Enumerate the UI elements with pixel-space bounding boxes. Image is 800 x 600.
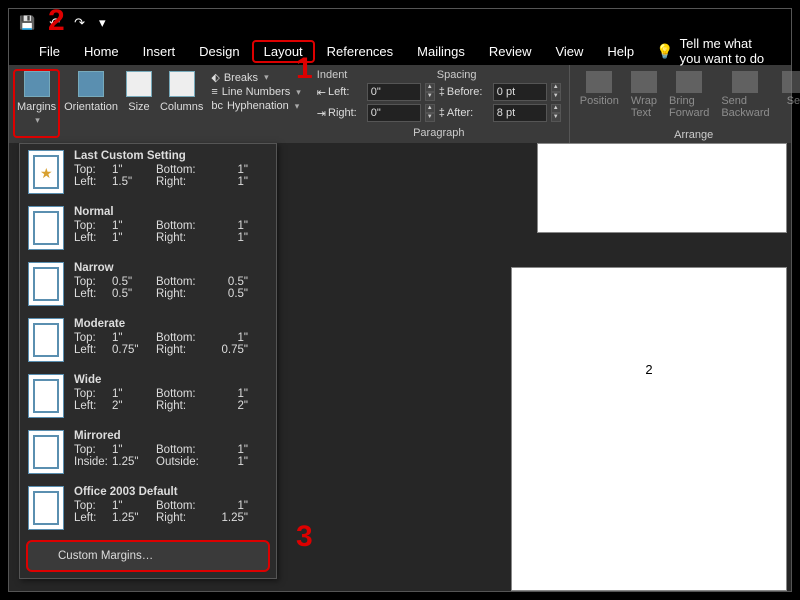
tab-references[interactable]: References — [315, 40, 405, 63]
save-icon[interactable]: 💾 — [19, 15, 35, 31]
position-button[interactable]: Position — [574, 69, 625, 109]
selection-pane-button[interactable]: Sel — [776, 69, 800, 109]
position-icon — [586, 71, 612, 93]
margin-thumb-icon — [28, 150, 64, 194]
spacing-header: Spacing — [437, 69, 477, 81]
tab-mailings[interactable]: Mailings — [405, 40, 477, 63]
bring-forward-icon — [676, 71, 702, 93]
tab-insert[interactable]: Insert — [131, 40, 188, 63]
margins-dropdown: Last Custom SettingTop:1"Bottom:1"Left:1… — [19, 143, 277, 579]
indent-left-spinner[interactable]: ▲▼ — [425, 83, 435, 101]
chevron-down-icon: ▾ — [35, 115, 40, 126]
tab-home[interactable]: Home — [72, 40, 131, 63]
arrange-group: Position Wrap Text Bring Forward Send Ba… — [570, 65, 800, 143]
margin-preset-normal[interactable]: NormalTop:1"Bottom:1"Left:1"Right:1" — [20, 200, 276, 256]
bring-forward-button[interactable]: Bring Forward — [663, 69, 715, 121]
margin-preset-mirrored[interactable]: MirroredTop:1"Bottom:1"Inside:1.25"Outsi… — [20, 424, 276, 480]
wrap-text-button[interactable]: Wrap Text — [625, 69, 663, 121]
size-icon — [126, 71, 152, 97]
page-2[interactable]: 2 — [511, 267, 787, 591]
orientation-button[interactable]: Orientation — [60, 69, 122, 115]
page-setup-group: Margins ▾ Orientation Size Columns ⬖ Bre… — [9, 65, 309, 143]
selection-icon — [782, 71, 800, 93]
margin-preset-office-2003-default[interactable]: Office 2003 DefaultTop:1"Bottom:1"Left:1… — [20, 480, 276, 536]
ribbon: Margins ▾ Orientation Size Columns ⬖ Bre… — [9, 65, 791, 143]
margins-button[interactable]: Margins ▾ — [13, 69, 60, 138]
margin-thumb-icon — [28, 206, 64, 250]
tab-review[interactable]: Review — [477, 40, 544, 63]
size-button[interactable]: Size — [122, 69, 156, 115]
indent-right-icon: ⇥ — [317, 107, 326, 120]
orientation-icon — [78, 71, 104, 97]
indent-left-input[interactable] — [367, 83, 421, 101]
margin-thumb-icon — [28, 318, 64, 362]
lightbulb-icon: 💡 — [656, 43, 673, 60]
spacing-before-icon: ‡ — [439, 86, 445, 98]
app-window: 💾 ↶ ↷ ▾ File Home Insert Design Layout R… — [8, 8, 792, 592]
indent-left-icon: ⇤ — [317, 86, 326, 99]
qat-more-icon[interactable]: ▾ — [99, 15, 106, 31]
spacing-after-spinner[interactable]: ▲▼ — [551, 104, 561, 122]
tab-design[interactable]: Design — [187, 40, 251, 63]
tab-view[interactable]: View — [543, 40, 595, 63]
paragraph-group: Indent Spacing ⇤Left: ▲▼ ‡Before: ▲▼ ⇥Ri… — [309, 65, 570, 143]
tell-me-search[interactable]: 💡 Tell me what you want to do — [656, 36, 773, 66]
undo-icon[interactable]: ↶ — [49, 15, 60, 31]
indent-right-spinner[interactable]: ▲▼ — [425, 104, 435, 122]
wrap-text-icon — [631, 71, 657, 93]
custom-margins-button[interactable]: Custom Margins… — [26, 540, 270, 572]
spacing-before-spinner[interactable]: ▲▼ — [551, 83, 561, 101]
indent-header: Indent — [317, 69, 437, 81]
paragraph-group-label: Paragraph — [317, 125, 561, 139]
arrange-group-label: Arrange — [574, 127, 800, 141]
page-setup-small: ⬖ Breaks▾ ≡ Line Numbers▾ bc Hyphenation… — [207, 69, 304, 114]
page-1-bottom[interactable] — [537, 143, 787, 233]
spacing-after-input[interactable] — [493, 104, 547, 122]
margin-preset-last-custom-setting[interactable]: Last Custom SettingTop:1"Bottom:1"Left:1… — [20, 144, 276, 200]
margin-preset-moderate[interactable]: ModerateTop:1"Bottom:1"Left:0.75"Right:0… — [20, 312, 276, 368]
tell-me-label: Tell me what you want to do — [680, 36, 773, 66]
ribbon-tabs: File Home Insert Design Layout Reference… — [9, 37, 791, 65]
margin-thumb-icon — [28, 430, 64, 474]
margin-thumb-icon — [28, 374, 64, 418]
hyphenation-button[interactable]: bc Hyphenation▾ — [211, 100, 300, 112]
indent-right-input[interactable] — [367, 104, 421, 122]
send-backward-icon — [732, 71, 758, 93]
margin-thumb-icon — [28, 486, 64, 530]
margin-thumb-icon — [28, 262, 64, 306]
tab-help[interactable]: Help — [595, 40, 646, 63]
tab-file[interactable]: File — [27, 40, 72, 63]
columns-icon — [169, 71, 195, 97]
tab-layout[interactable]: Layout — [252, 40, 315, 63]
spacing-after-icon: ‡ — [439, 107, 445, 119]
redo-icon[interactable]: ↷ — [74, 15, 85, 31]
line-numbers-button[interactable]: ≡ Line Numbers▾ — [211, 86, 300, 98]
spacing-before-input[interactable] — [493, 83, 547, 101]
quick-access-toolbar: 💾 ↶ ↷ ▾ — [9, 9, 791, 37]
send-backward-button[interactable]: Send Backward — [715, 69, 775, 121]
page-number: 2 — [645, 362, 652, 377]
margins-icon — [24, 71, 50, 97]
margin-preset-wide[interactable]: WideTop:1"Bottom:1"Left:2"Right:2" — [20, 368, 276, 424]
margin-preset-narrow[interactable]: NarrowTop:0.5"Bottom:0.5"Left:0.5"Right:… — [20, 256, 276, 312]
columns-button[interactable]: Columns — [156, 69, 207, 115]
breaks-button[interactable]: ⬖ Breaks▾ — [211, 71, 300, 84]
